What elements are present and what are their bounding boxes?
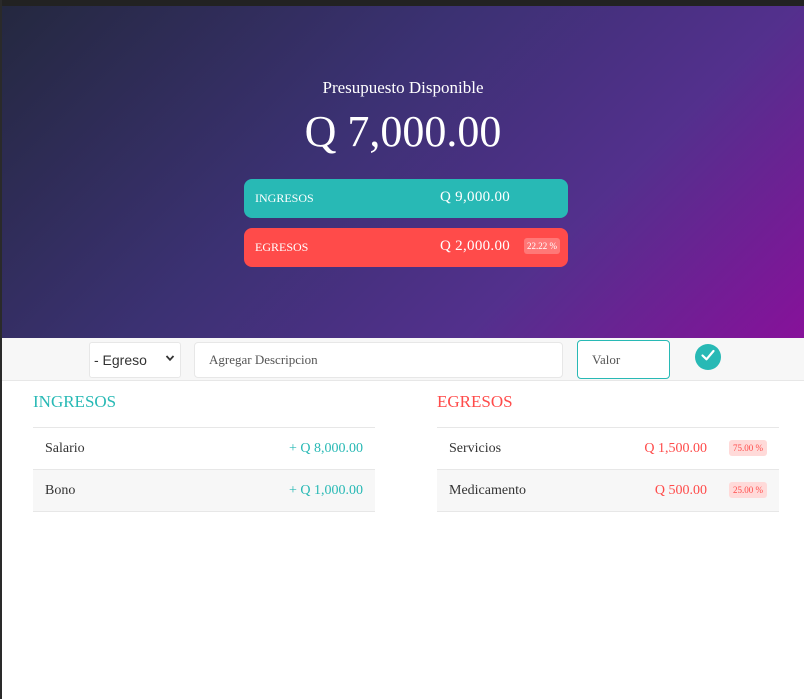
chevron-down-icon (165, 352, 175, 366)
expense-list-title: EGRESOS (437, 392, 779, 428)
income-row: Salario + Q 8,000.00 (33, 428, 375, 470)
expense-percentage: 25.00 % (729, 482, 767, 498)
expense-row: Medicamento Q 500.00 25.00 % (437, 470, 779, 512)
type-select[interactable]: - Egreso (89, 342, 181, 378)
expense-amount: Q 1,500.00 (644, 441, 707, 456)
value-input[interactable] (577, 340, 670, 379)
add-button[interactable] (695, 344, 721, 370)
expense-summary-value: Q 2,000.00 (440, 238, 511, 254)
income-description: Bono (45, 483, 76, 498)
checkmark-icon (700, 347, 716, 367)
income-list-title: INGRESOS (33, 392, 375, 428)
add-entry-bar: - Egreso (2, 338, 804, 381)
budget-value: Q 7,000.00 (304, 107, 502, 156)
income-summary-value: Q 9,000.00 (440, 189, 511, 205)
income-list: INGRESOS Salario + Q 8,000.00 Bono + Q 1… (33, 392, 375, 512)
income-description: Salario (45, 441, 85, 456)
expense-list: EGRESOS Servicios Q 1,500.00 75.00 % Med… (437, 392, 779, 512)
income-summary-label: INGRESOS (255, 191, 314, 205)
expense-row: Servicios Q 1,500.00 75.00 % (437, 428, 779, 470)
description-input[interactable] (194, 342, 563, 378)
income-amount: + Q 1,000.00 (288, 483, 363, 498)
expense-amount: Q 500.00 (654, 483, 707, 498)
expense-summary-label: EGRESOS (255, 240, 309, 254)
income-summary-card: INGRESOS Q 9,000.00 (244, 179, 568, 218)
expense-percentage-badge: 22.22 % (524, 238, 560, 254)
budget-header: Presupuesto Disponible Q 7,000.00 INGRES… (2, 6, 804, 338)
expense-description: Medicamento (449, 483, 526, 498)
type-select-value: - Egreso (94, 352, 147, 368)
expense-percentage: 75.00 % (729, 440, 767, 456)
income-amount: + Q 8,000.00 (288, 441, 363, 456)
expense-summary-card: EGRESOS Q 2,000.00 22.22 % (244, 228, 568, 267)
budget-title: Presupuesto Disponible (322, 78, 484, 97)
expense-description: Servicios (449, 441, 502, 456)
income-row: Bono + Q 1,000.00 (33, 470, 375, 512)
